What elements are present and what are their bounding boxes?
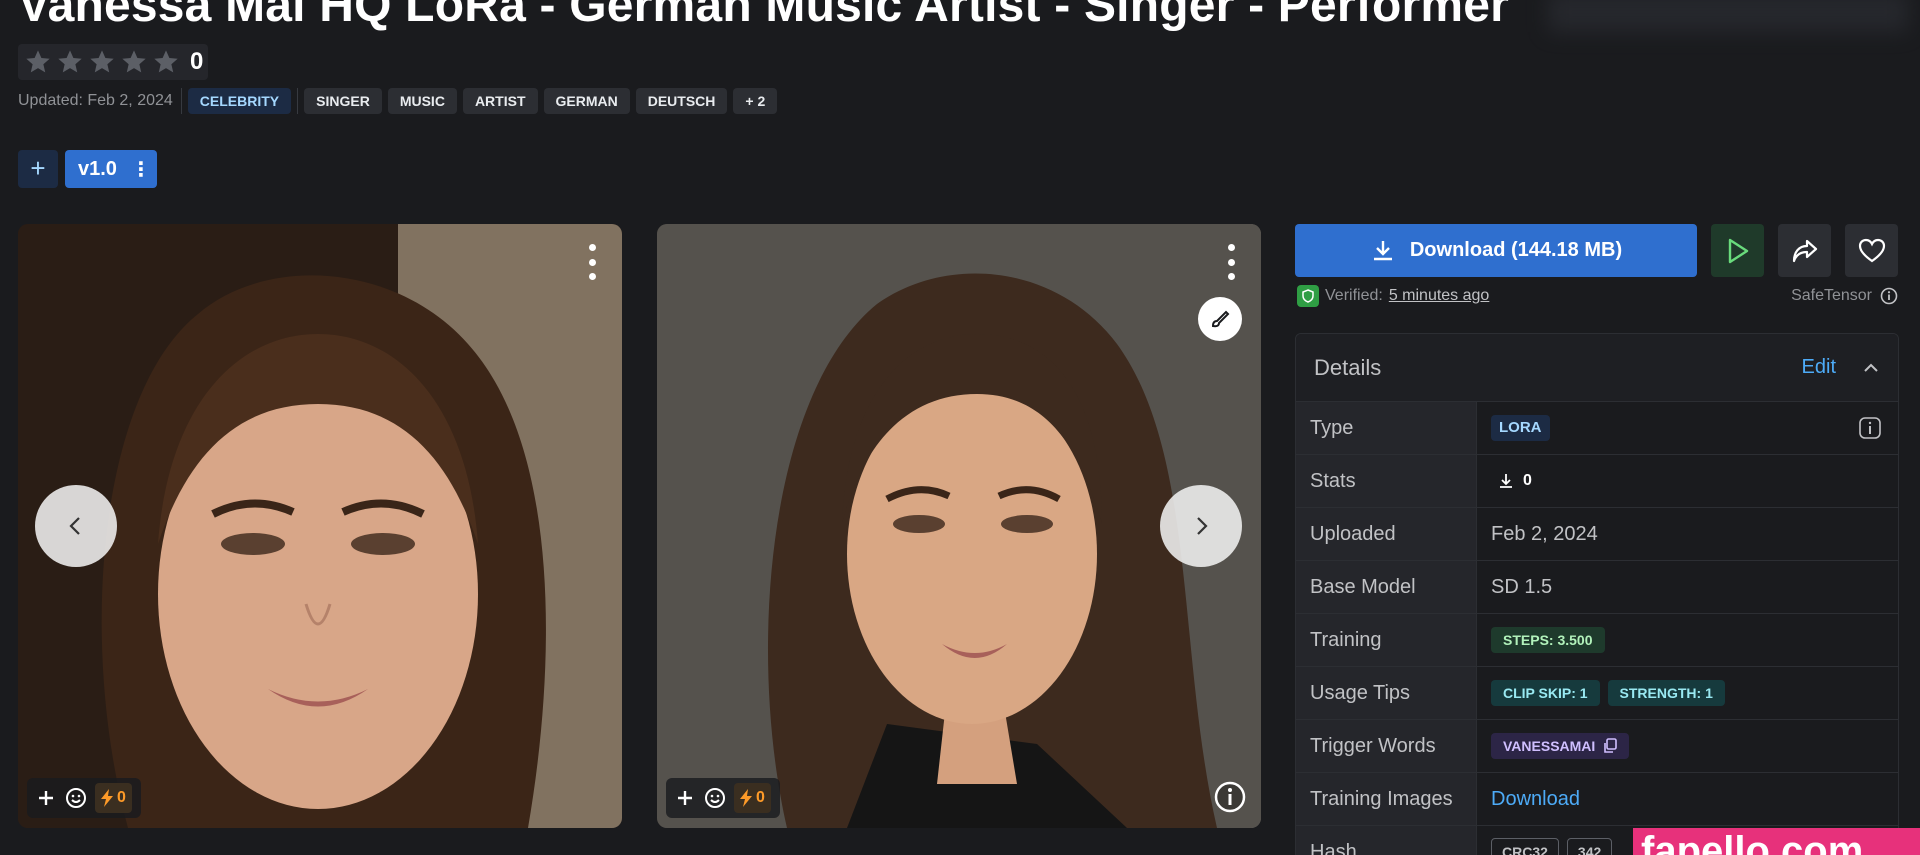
training-images-download-link[interactable]: Download bbox=[1491, 788, 1580, 811]
strength-badge: STRENGTH: 1 bbox=[1607, 680, 1725, 706]
detail-row-uploaded: Uploaded Feb 2, 2024 bbox=[1296, 508, 1898, 561]
detail-row-stats: Stats 0 bbox=[1296, 455, 1898, 508]
heart-icon bbox=[1858, 238, 1885, 262]
version-label: v1.0 bbox=[78, 157, 117, 180]
add-version-button[interactable]: + bbox=[18, 150, 58, 188]
buzz-counter[interactable]: 0 bbox=[95, 783, 132, 813]
detail-row-training: Training STEPS: 3.500 bbox=[1296, 614, 1898, 667]
download-count: 0 bbox=[1523, 472, 1532, 489]
verified-label: Verified: bbox=[1325, 287, 1383, 304]
image-menu-icon[interactable] bbox=[1223, 244, 1239, 280]
info-icon[interactable] bbox=[1880, 287, 1898, 305]
tag-german[interactable]: GERMAN bbox=[543, 88, 630, 114]
tag-singer[interactable]: SINGER bbox=[304, 88, 382, 114]
category-tag[interactable]: CELEBRITY bbox=[187, 88, 292, 114]
rating-widget[interactable]: 0 bbox=[18, 44, 208, 80]
image-menu-icon[interactable] bbox=[584, 244, 600, 280]
star-icon[interactable] bbox=[152, 48, 180, 76]
brush-icon bbox=[1211, 310, 1230, 328]
download-button[interactable]: Download (144.18 MB) bbox=[1295, 224, 1697, 277]
detail-row-trigger-words: Trigger Words VANESSAMAI bbox=[1296, 720, 1898, 773]
reaction-bar[interactable]: 0 bbox=[666, 778, 780, 818]
buzz-counter[interactable]: 0 bbox=[734, 783, 771, 813]
file-format: SafeTensor bbox=[1791, 284, 1898, 308]
tag-music[interactable]: MUSIC bbox=[387, 88, 457, 114]
blurred-header-region bbox=[1548, 0, 1908, 32]
uploaded-value: Feb 2, 2024 bbox=[1491, 522, 1598, 545]
download-icon bbox=[1500, 474, 1512, 488]
tag-artist[interactable]: ARTIST bbox=[462, 88, 538, 114]
edit-link[interactable]: Edit bbox=[1802, 356, 1836, 379]
verified-status: Verified: 5 minutes ago bbox=[1297, 284, 1489, 308]
trigger-word: VANESSAMAI bbox=[1503, 738, 1596, 754]
hash-value[interactable]: 342 bbox=[1566, 838, 1613, 855]
model-meta: Updated: Feb 2, 2024 CELEBRITY SINGER MU… bbox=[18, 88, 778, 114]
watermark: fapello.com bbox=[1633, 828, 1920, 855]
version-button[interactable]: v1.0 ⋮ bbox=[65, 150, 157, 188]
details-panel: Details Edit Type LORA Stats 0 Uploaded … bbox=[1295, 333, 1899, 855]
clip-skip-badge: CLIP SKIP: 1 bbox=[1491, 680, 1600, 706]
remix-button[interactable] bbox=[1198, 297, 1242, 341]
copy-icon bbox=[1604, 738, 1618, 753]
detail-label: Trigger Words bbox=[1296, 720, 1477, 772]
detail-label: Stats bbox=[1296, 455, 1477, 507]
detail-row-type: Type LORA bbox=[1296, 402, 1898, 455]
model-title: Vanessa Mai HQ LoRa - German Music Artis… bbox=[18, 0, 1510, 32]
download-stat: 0 bbox=[1491, 472, 1532, 490]
smile-icon[interactable] bbox=[63, 785, 89, 811]
tag-deutsch[interactable]: DEUTSCH bbox=[635, 88, 728, 114]
smile-icon[interactable] bbox=[702, 785, 728, 811]
file-format-label: SafeTensor bbox=[1791, 287, 1872, 304]
base-model-value: SD 1.5 bbox=[1491, 575, 1553, 598]
verified-time[interactable]: 5 minutes ago bbox=[1389, 287, 1490, 305]
detail-label: Training Images bbox=[1296, 773, 1477, 825]
star-icon[interactable] bbox=[120, 48, 148, 76]
detail-row-usage-tips: Usage Tips CLIP SKIP: 1 STRENGTH: 1 bbox=[1296, 667, 1898, 720]
download-icon bbox=[1373, 240, 1392, 260]
details-title: Details bbox=[1314, 354, 1382, 380]
chevron-right-icon bbox=[1197, 517, 1208, 535]
detail-label: Type bbox=[1296, 402, 1477, 454]
type-badge: LORA bbox=[1491, 415, 1550, 441]
training-steps-badge: STEPS: 3.500 bbox=[1491, 627, 1605, 653]
detail-row-base-model: Base Model SD 1.5 bbox=[1296, 561, 1898, 614]
bolt-icon bbox=[740, 789, 752, 807]
run-button[interactable] bbox=[1711, 224, 1764, 277]
hash-type-select[interactable]: CRC32 bbox=[1491, 838, 1559, 855]
detail-label: Uploaded bbox=[1296, 508, 1477, 560]
details-header[interactable]: Details Edit bbox=[1296, 334, 1898, 402]
share-icon bbox=[1792, 239, 1817, 262]
detail-row-training-images: Training Images Download bbox=[1296, 773, 1898, 826]
plus-icon[interactable] bbox=[33, 785, 59, 811]
buzz-count: 0 bbox=[756, 789, 765, 806]
chevron-left-icon bbox=[69, 517, 80, 535]
detail-label: Base Model bbox=[1296, 561, 1477, 613]
detail-label: Training bbox=[1296, 614, 1477, 666]
info-icon[interactable] bbox=[1213, 780, 1247, 814]
updated-date: Updated: Feb 2, 2024 bbox=[18, 88, 182, 114]
favorite-button[interactable] bbox=[1845, 224, 1898, 277]
star-icon[interactable] bbox=[88, 48, 116, 76]
reaction-bar[interactable]: 0 bbox=[27, 778, 141, 818]
plus-icon[interactable] bbox=[672, 785, 698, 811]
buzz-count: 0 bbox=[117, 789, 126, 806]
chevron-up-icon[interactable] bbox=[1862, 359, 1880, 377]
more-tags-button[interactable]: + 2 bbox=[733, 88, 778, 114]
star-icon[interactable] bbox=[24, 48, 52, 76]
gallery-next-button[interactable] bbox=[1160, 485, 1242, 567]
shield-check-icon bbox=[1297, 285, 1319, 307]
detail-label: Usage Tips bbox=[1296, 667, 1477, 719]
star-icon[interactable] bbox=[56, 48, 84, 76]
rating-count: 0 bbox=[190, 48, 204, 75]
version-menu-icon[interactable]: ⋮ bbox=[131, 157, 151, 182]
play-icon bbox=[1728, 238, 1748, 263]
info-icon[interactable] bbox=[1858, 416, 1882, 440]
share-button[interactable] bbox=[1778, 224, 1831, 277]
gallery-prev-button[interactable] bbox=[35, 485, 117, 567]
trigger-word-badge[interactable]: VANESSAMAI bbox=[1491, 733, 1630, 759]
detail-label: Hash bbox=[1296, 826, 1477, 855]
divider bbox=[297, 88, 299, 114]
bolt-icon bbox=[101, 789, 113, 807]
download-label: Download (144.18 MB) bbox=[1409, 239, 1623, 261]
